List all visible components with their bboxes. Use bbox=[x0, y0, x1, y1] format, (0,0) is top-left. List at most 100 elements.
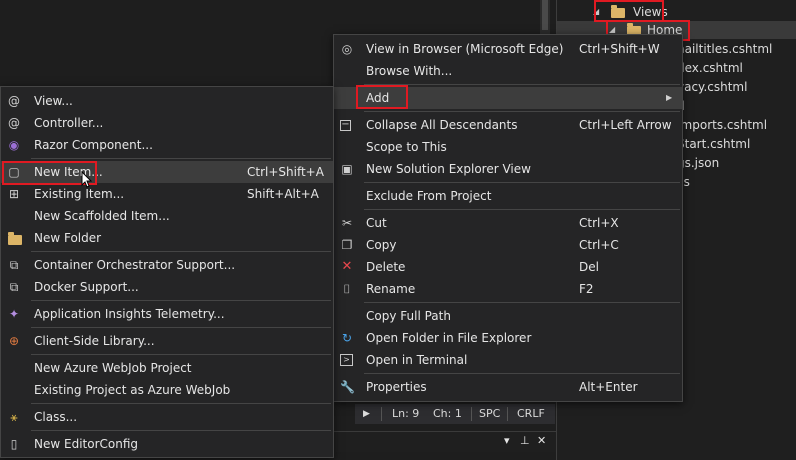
menu-item-shortcut: Ctrl+Shift+W bbox=[579, 42, 660, 56]
status-arrow-icon[interactable]: ▶ bbox=[363, 404, 370, 424]
menu-item-label: Open Folder in File Explorer bbox=[366, 331, 532, 345]
menu-item-label: Docker Support... bbox=[34, 280, 139, 294]
submenu-item-docker-support[interactable]: ⧉ Docker Support... bbox=[1, 276, 333, 298]
menu-item-shortcut: Ctrl+Shift+A bbox=[247, 165, 324, 179]
submenu-item-existing-item[interactable]: ⊞ Existing Item... Shift+Alt+A bbox=[1, 183, 333, 205]
view-icon: @ bbox=[8, 94, 20, 108]
terminal-icon: > bbox=[340, 354, 353, 366]
refresh-folder-icon: ↻ bbox=[341, 331, 353, 345]
tree-file[interactable]: Start.cshtml bbox=[677, 135, 750, 153]
menu-item-collapse-all[interactable]: − Collapse All Descendants Ctrl+Left Arr… bbox=[334, 114, 682, 136]
new-view-icon: ▣ bbox=[341, 162, 353, 176]
menu-item-view-in-browser[interactable]: ◎ View in Browser (Microsoft Edge) Ctrl+… bbox=[334, 38, 682, 60]
status-bar: ▶ Ln: 9 Ch: 1 SPC CRLF bbox=[355, 404, 555, 424]
menu-item-label: New Folder bbox=[34, 231, 102, 245]
menu-separator bbox=[364, 373, 680, 374]
submenu-item-new-scaffolded-item[interactable]: New Scaffolded Item... bbox=[1, 205, 333, 227]
menu-item-label: New Scaffolded Item... bbox=[34, 209, 170, 223]
menu-item-label: Existing Item... bbox=[34, 187, 125, 201]
rename-icon: ⌷ bbox=[343, 282, 351, 296]
existing-item-icon: ⊞ bbox=[8, 187, 20, 201]
menu-item-open-in-terminal[interactable]: > Open in Terminal bbox=[334, 349, 682, 371]
tree-file[interactable]: dex.cshtml bbox=[677, 59, 743, 77]
submenu-item-controller[interactable]: @ Controller... bbox=[1, 112, 333, 134]
menu-item-open-folder-in-file-explorer[interactable]: ↻ Open Folder in File Explorer bbox=[334, 327, 682, 349]
menu-item-shortcut: F2 bbox=[579, 282, 594, 296]
divider bbox=[381, 407, 382, 421]
submenu-item-client-side-library[interactable]: ⊕ Client-Side Library... bbox=[1, 330, 333, 352]
panel-dropdown-icon[interactable]: ▾ bbox=[504, 434, 510, 447]
menu-item-label: Collapse All Descendants bbox=[366, 118, 518, 132]
submenu-arrow-icon: ▶ bbox=[666, 93, 673, 102]
close-icon[interactable]: ✕ bbox=[537, 434, 546, 447]
new-folder-icon bbox=[8, 232, 22, 245]
menu-item-label: View in Browser (Microsoft Edge) bbox=[366, 42, 564, 56]
divider bbox=[471, 407, 472, 421]
menu-item-shortcut: Alt+Enter bbox=[579, 380, 638, 394]
browser-icon: ◎ bbox=[341, 42, 353, 56]
menu-separator bbox=[364, 111, 680, 112]
menu-item-label: New Solution Explorer View bbox=[366, 162, 531, 176]
submenu-item-class[interactable]: ⚹ Class... bbox=[1, 406, 333, 428]
menu-item-copy[interactable]: ❐ Copy Ctrl+C bbox=[334, 234, 682, 256]
menu-item-label: New EditorConfig bbox=[34, 437, 139, 451]
annotation-highlight-views bbox=[594, 0, 664, 22]
menu-separator bbox=[31, 158, 331, 159]
menu-item-label: Existing Project as Azure WebJob bbox=[34, 383, 231, 397]
submenu-item-new-editorconfig[interactable]: ▯ New EditorConfig bbox=[1, 433, 333, 455]
menu-item-copy-full-path[interactable]: Copy Full Path bbox=[334, 305, 682, 327]
menu-item-label: Delete bbox=[366, 260, 406, 274]
menu-item-properties[interactable]: 🔧 Properties Alt+Enter bbox=[334, 376, 682, 398]
menu-separator bbox=[31, 354, 331, 355]
menu-item-cut[interactable]: ✂ Cut Ctrl+X bbox=[334, 212, 682, 234]
tree-file[interactable]: nailtitles.cshtml bbox=[677, 40, 772, 58]
menu-separator bbox=[31, 300, 331, 301]
menu-item-shortcut: Ctrl+X bbox=[579, 216, 619, 230]
menu-item-label: View... bbox=[34, 94, 73, 108]
menu-item-label: New Azure WebJob Project bbox=[34, 361, 192, 375]
menu-separator bbox=[31, 430, 331, 431]
menu-item-new-solution-explorer-view[interactable]: ▣ New Solution Explorer View bbox=[334, 158, 682, 180]
menu-item-browse-with[interactable]: Browse With... bbox=[334, 60, 682, 82]
menu-item-rename[interactable]: ⌷ Rename F2 bbox=[334, 278, 682, 300]
menu-item-label: Scope to This bbox=[366, 140, 447, 154]
client-library-icon: ⊕ bbox=[8, 334, 20, 348]
menu-item-label: Controller... bbox=[34, 116, 104, 130]
submenu-item-application-insights[interactable]: ✦ Application Insights Telemetry... bbox=[1, 303, 333, 325]
submenu-item-container-orchestrator[interactable]: ⧉ Container Orchestrator Support... bbox=[1, 254, 333, 276]
submenu-item-existing-project-as-webjob[interactable]: Existing Project as Azure WebJob bbox=[1, 379, 333, 401]
menu-item-exclude-from-project[interactable]: Exclude From Project bbox=[334, 185, 682, 207]
tree-file[interactable]: Imports.cshtml bbox=[677, 116, 767, 134]
menu-item-shortcut: Ctrl+C bbox=[579, 238, 619, 252]
scrollbar-thumb[interactable] bbox=[542, 0, 548, 30]
status-spc[interactable]: SPC bbox=[479, 404, 500, 424]
delete-icon: ✕ bbox=[341, 259, 353, 274]
menu-item-scope-to-this[interactable]: Scope to This bbox=[334, 136, 682, 158]
annotation-highlight-add bbox=[356, 85, 408, 109]
menu-item-label: Application Insights Telemetry... bbox=[34, 307, 225, 321]
editorconfig-icon: ▯ bbox=[10, 437, 18, 451]
menu-item-label: Client-Side Library... bbox=[34, 334, 155, 348]
copy-icon: ❐ bbox=[341, 238, 353, 252]
menu-separator bbox=[364, 182, 680, 183]
tree-file[interactable]: gs.json bbox=[677, 154, 719, 172]
menu-item-shortcut: Shift+Alt+A bbox=[247, 187, 319, 201]
docker-icon: ⧉ bbox=[9, 280, 19, 294]
menu-item-label: Copy bbox=[366, 238, 397, 252]
status-column[interactable]: Ch: 1 bbox=[433, 404, 462, 424]
menu-separator bbox=[364, 209, 680, 210]
pin-icon[interactable]: ⊥ bbox=[520, 434, 530, 447]
menu-item-shortcut: Del bbox=[579, 260, 599, 274]
menu-separator bbox=[31, 403, 331, 404]
submenu-item-new-folder[interactable]: New Folder bbox=[1, 227, 333, 249]
menu-separator bbox=[364, 302, 680, 303]
menu-item-shortcut: Ctrl+Left Arrow bbox=[579, 118, 672, 132]
submenu-item-razor-component[interactable]: ◉ Razor Component... bbox=[1, 134, 333, 156]
status-crlf[interactable]: CRLF bbox=[517, 404, 545, 424]
menu-item-delete[interactable]: ✕ Delete Del bbox=[334, 256, 682, 278]
context-menu: ◎ View in Browser (Microsoft Edge) Ctrl+… bbox=[333, 34, 683, 402]
status-line[interactable]: Ln: 9 bbox=[392, 404, 419, 424]
submenu-item-view[interactable]: @ View... bbox=[1, 90, 333, 112]
tree-file[interactable]: vacy.cshtml bbox=[677, 78, 747, 96]
submenu-item-new-azure-webjob[interactable]: New Azure WebJob Project bbox=[1, 357, 333, 379]
